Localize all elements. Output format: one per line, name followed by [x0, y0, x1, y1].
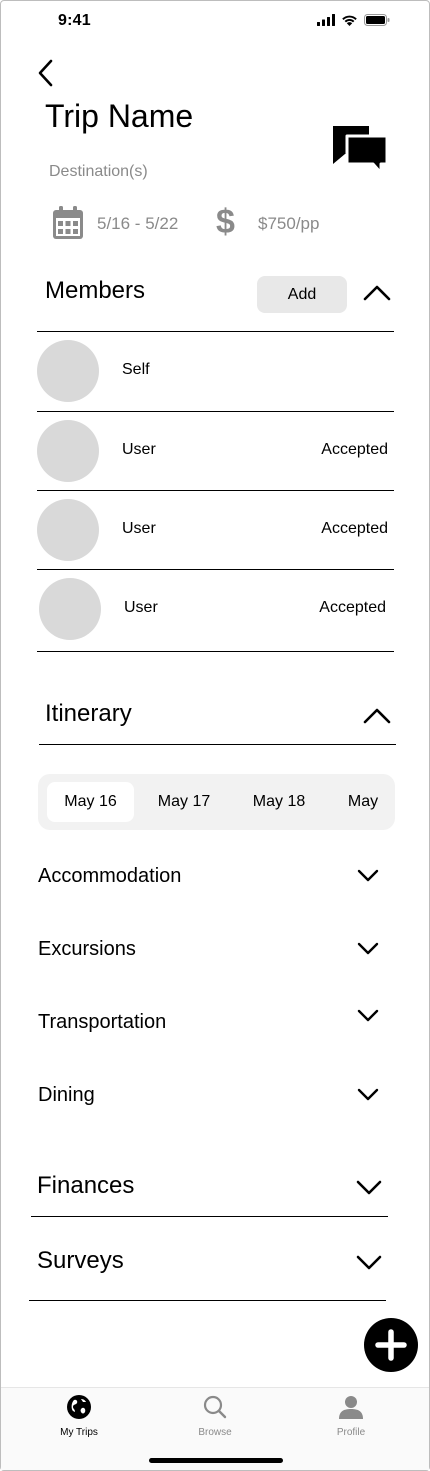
trip-title: Trip Name — [45, 98, 194, 134]
trip-dates: 5/16 - 5/22 — [97, 214, 179, 233]
plus-icon — [375, 1329, 407, 1361]
transportation-expand-toggle[interactable] — [355, 1006, 381, 1031]
day-selector: May 16 May 17 May 18 May — [38, 774, 395, 830]
chevron-down-icon — [356, 1180, 382, 1195]
avatar — [37, 499, 99, 561]
member-name: User — [122, 441, 156, 458]
dollar-icon: $ — [216, 203, 235, 241]
divider — [39, 744, 396, 745]
day-pill[interactable]: May 18 — [241, 782, 317, 822]
category-dining[interactable]: Dining — [38, 1084, 95, 1107]
destination-text[interactable]: Destination(s) — [49, 163, 148, 181]
member-name: Self — [122, 361, 150, 378]
category-accommodation[interactable]: Accommodation — [38, 865, 181, 888]
accommodation-expand-toggle[interactable] — [355, 866, 381, 891]
tab-label: Browse — [198, 1427, 232, 1438]
battery-icon — [364, 14, 390, 26]
person-icon — [339, 1396, 363, 1419]
calendar-icon — [52, 205, 86, 246]
tab-profile[interactable]: Profile — [301, 1394, 401, 1438]
chevron-down-icon — [357, 1009, 379, 1022]
search-icon — [203, 1395, 227, 1419]
surveys-expand-toggle[interactable] — [354, 1251, 384, 1280]
members-title: Members — [45, 277, 146, 304]
chevron-up-icon — [363, 708, 391, 724]
member-row[interactable]: User Accepted — [37, 491, 394, 570]
status-time: 9:41 — [58, 12, 91, 29]
category-transportation[interactable]: Transportation — [38, 1011, 166, 1034]
itinerary-collapse-toggle[interactable] — [362, 705, 392, 732]
day-pill[interactable]: May — [337, 782, 389, 822]
day-pill-selected[interactable]: May 16 — [47, 782, 134, 822]
member-name: User — [124, 599, 158, 616]
tab-browse[interactable]: Browse — [165, 1394, 265, 1438]
avatar — [37, 420, 99, 482]
add-fab-button[interactable] — [364, 1318, 418, 1372]
divider — [37, 651, 394, 652]
wifi-icon — [342, 15, 357, 26]
chevron-down-icon — [356, 1255, 382, 1270]
divider — [31, 1216, 388, 1217]
finances-expand-toggle[interactable] — [354, 1176, 384, 1205]
members-collapse-toggle[interactable] — [362, 282, 392, 309]
status-icons — [317, 14, 390, 26]
trip-budget: $750/pp — [258, 214, 320, 233]
tab-label: My Trips — [60, 1427, 98, 1438]
avatar — [37, 340, 99, 402]
tab-label: Profile — [336, 1427, 366, 1438]
member-status: Accepted — [321, 520, 388, 537]
member-status: Accepted — [321, 441, 388, 458]
chat-bubbles-icon — [333, 126, 389, 175]
category-excursions[interactable]: Excursions — [38, 938, 136, 961]
member-name: User — [122, 520, 156, 537]
day-pill[interactable]: May 17 — [146, 782, 222, 822]
surveys-title[interactable]: Surveys — [37, 1247, 124, 1275]
member-status: Accepted — [319, 599, 386, 616]
finances-title[interactable]: Finances — [37, 1172, 134, 1200]
chat-button[interactable] — [331, 124, 389, 175]
avatar — [39, 578, 101, 640]
home-indicator[interactable] — [149, 1458, 283, 1463]
member-row[interactable]: User Accepted — [37, 412, 394, 491]
add-member-button[interactable]: Add — [257, 276, 347, 313]
chevron-down-icon — [357, 869, 379, 882]
back-button[interactable] — [32, 58, 62, 88]
itinerary-title: Itinerary — [45, 700, 132, 727]
globe-icon — [67, 1395, 91, 1419]
chevron-down-icon — [357, 942, 379, 955]
dining-expand-toggle[interactable] — [355, 1085, 381, 1110]
member-row[interactable]: Self — [37, 332, 394, 411]
chevron-down-icon — [357, 1088, 379, 1101]
tab-my-trips[interactable]: My Trips — [29, 1394, 129, 1438]
signal-icon — [317, 14, 335, 26]
chevron-up-icon — [363, 285, 391, 301]
member-row[interactable]: User Accepted — [39, 570, 392, 649]
divider — [29, 1300, 386, 1301]
chevron-left-icon — [38, 59, 53, 87]
excursions-expand-toggle[interactable] — [355, 939, 381, 964]
